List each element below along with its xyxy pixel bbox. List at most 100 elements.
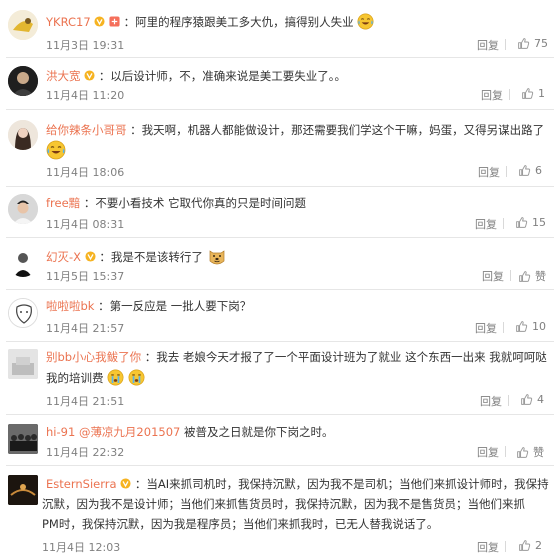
- avatar[interactable]: [8, 10, 38, 40]
- like-button[interactable]: 4: [520, 393, 544, 406]
- comment-text: ：阿里的程序猿跟美工多大仇，搞得别人失业: [123, 15, 354, 29]
- avatar[interactable]: [8, 247, 38, 277]
- username[interactable]: 别bb小心我鲅了你: [46, 350, 141, 364]
- like-count: 75: [534, 37, 548, 50]
- action-divider: [508, 395, 509, 406]
- weibo-level-icon: [109, 16, 120, 27]
- comment-time: 11月4日 22:32: [46, 446, 125, 459]
- vip-badge-icon: [85, 251, 96, 262]
- comment-divider: [6, 237, 554, 238]
- comment-text-cont: 我的培训费: [46, 371, 104, 385]
- action-divider: [503, 218, 504, 229]
- like-button[interactable]: 75: [517, 37, 548, 50]
- comment-text: ：我是不是该转行了: [99, 250, 203, 264]
- username[interactable]: 洪大宽: [46, 69, 81, 83]
- reply-button[interactable]: 回复: [482, 268, 504, 284]
- like-count: 1: [538, 87, 545, 100]
- comment-text: ：我去 老娘今天才报了了一个平面设计班为了就业 这个东西一出来 我就呵呵哒: [144, 350, 547, 364]
- comment-time: 11月4日 21:51: [46, 395, 125, 408]
- comment-text: ：当AI来抓司机时，我保持沉默，因为我不是司机；当他们来抓设计师时，我保持: [134, 477, 549, 491]
- reply-button[interactable]: 回复: [480, 393, 502, 409]
- reply-button[interactable]: 回复: [478, 164, 500, 180]
- action-divider: [509, 89, 510, 100]
- thumbs-up-icon: [517, 37, 530, 50]
- username[interactable]: 幻灭-X: [46, 250, 81, 264]
- comment-time: 11月5日 15:37: [46, 270, 125, 283]
- like-count: 4: [537, 393, 544, 406]
- laughing-crying-emoji-icon: [357, 13, 374, 30]
- comment-text-cont: PM时，我保持沉默，因为我是程序员；当他们来抓我时，已无人替我说话了。: [42, 517, 439, 531]
- like-count: 赞: [533, 446, 544, 459]
- like-count: 赞: [535, 270, 546, 283]
- username[interactable]: EsternSierra: [46, 477, 117, 491]
- comment-divider: [6, 289, 554, 290]
- action-divider: [506, 166, 507, 177]
- reply-button[interactable]: 回复: [475, 216, 497, 232]
- reply-button[interactable]: 回复: [475, 320, 497, 336]
- like-button[interactable]: 15: [515, 216, 546, 229]
- comment-text: ：不要小看技术 它取代你真的只是时间问题: [83, 196, 306, 210]
- comment-text-cont: 沉默，因为我不是设计师；当他们来抓售货员时，我保持沉默，因为我不是售货员；当他们…: [42, 497, 525, 511]
- comment-time: 11月4日 21:57: [46, 322, 125, 335]
- comment-divider: [6, 57, 554, 58]
- like-count: 15: [532, 216, 546, 229]
- username[interactable]: 给你辣条小哥哥: [46, 123, 127, 137]
- action-divider: [503, 322, 504, 333]
- reply-button[interactable]: 回复: [481, 87, 503, 103]
- thumbs-up-icon: [518, 270, 531, 283]
- thumbs-up-icon: [515, 216, 528, 229]
- avatar[interactable]: [8, 194, 38, 224]
- comment-divider: [6, 414, 554, 415]
- thumbs-up-icon: [515, 320, 528, 333]
- like-button[interactable]: 6: [518, 164, 542, 177]
- action-divider: [505, 446, 506, 457]
- thumbs-up-icon: [516, 446, 529, 459]
- comment-time: 11月4日 12:03: [42, 541, 121, 554]
- comment-time: 11月4日 18:06: [46, 166, 125, 179]
- like-count: 10: [532, 320, 546, 333]
- like-button[interactable]: 2: [518, 539, 542, 552]
- like-count: 2: [535, 539, 542, 552]
- avatar[interactable]: [8, 298, 38, 328]
- reply-button[interactable]: 回复: [477, 444, 499, 460]
- thumbs-up-icon: [521, 87, 534, 100]
- comment-text: ：以后设计师，不，准确来说是美工要失业了。。: [98, 69, 347, 83]
- avatar[interactable]: [8, 475, 38, 505]
- sad-crying-emoji-icon: [128, 369, 145, 386]
- comment-text: 被普及之日就是你下岗之时。: [184, 425, 334, 439]
- doge-emoji-icon: [207, 247, 227, 267]
- comment-divider: [6, 109, 554, 110]
- username[interactable]: hi-91: [46, 425, 75, 439]
- like-button[interactable]: 1: [521, 87, 545, 100]
- mention-link[interactable]: @薄凉九月201507: [79, 425, 180, 439]
- comment-divider: [6, 186, 554, 187]
- reply-button[interactable]: 回复: [477, 539, 499, 555]
- action-divider: [505, 39, 506, 50]
- action-divider: [510, 270, 511, 281]
- like-button[interactable]: 赞: [516, 444, 544, 460]
- sad-crying-emoji-icon: [107, 369, 124, 386]
- avatar[interactable]: [8, 120, 38, 150]
- action-divider: [505, 541, 506, 552]
- comment-text: ：第一反应是 一批人要下岗？: [98, 299, 252, 313]
- like-button[interactable]: 10: [515, 320, 546, 333]
- vip-badge-icon: [84, 70, 95, 81]
- comment-text: ：我天啊，机器人都能做设计，那还需要我们学这个干嘛，妈蛋，又得另谋出路了: [130, 123, 545, 137]
- comment-divider: [6, 341, 554, 342]
- thumbs-up-icon: [520, 393, 533, 406]
- comment-time: 11月4日 08:31: [46, 218, 125, 231]
- reply-button[interactable]: 回复: [477, 37, 499, 53]
- like-count: 6: [535, 164, 542, 177]
- thumbs-up-icon: [518, 539, 531, 552]
- thumbs-up-icon: [518, 164, 531, 177]
- comment-divider: [6, 465, 554, 466]
- username[interactable]: YKRC17: [46, 15, 91, 29]
- comment-time: 11月4日 11:20: [46, 89, 125, 102]
- vip-badge-icon: [120, 478, 131, 489]
- avatar[interactable]: [8, 349, 38, 379]
- username[interactable]: 啦啦啦bk: [46, 299, 94, 313]
- like-button[interactable]: 赞: [518, 268, 546, 284]
- avatar[interactable]: [8, 66, 38, 96]
- avatar[interactable]: [8, 424, 38, 454]
- username[interactable]: free黯: [46, 196, 80, 210]
